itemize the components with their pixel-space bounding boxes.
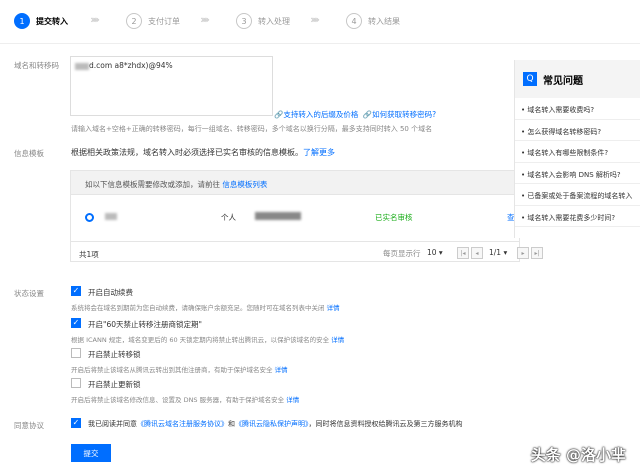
status-label: 状态设置 xyxy=(14,289,44,298)
redacted-text xyxy=(255,212,301,220)
template-desc: 根据相关政策法规，域名转入时必须选择已实名审核的信息模板。了解更多 xyxy=(71,148,335,157)
domain-code-textarea[interactable]: d.com a8*zhdx)@94% xyxy=(70,56,273,116)
prev-page-icon[interactable]: ◂ xyxy=(471,247,483,259)
details-link[interactable]: 详情 xyxy=(275,366,288,374)
option-desc: 系统将会在域名到期前为您自动续费，请确保账户余额充足。您随时可在域名列表中关闭 … xyxy=(71,304,340,312)
template-notice: 如以下信息模板需要修改或添加，请前往 信息模板列表 xyxy=(71,171,519,195)
transfer-lock-60-checkbox[interactable]: ✓ xyxy=(71,318,81,328)
domain-links: 🔗支持转入的后缀及价格 🔗如何获取转移密码? xyxy=(274,109,436,120)
agreement-text: 我已阅读并同意《腾讯云域名注册服务协议》和《腾讯云隐私保护声明》，同时将信息资料… xyxy=(88,420,463,428)
price-link[interactable]: 支持转入的后缀及价格 xyxy=(283,110,358,119)
total-count: 共1项 xyxy=(79,250,99,259)
option-title: 开启禁止转移锁 xyxy=(88,350,141,359)
template-table: 如以下信息模板需要修改或添加，请前往 信息模板列表 个人 已实名审核 查 共1项… xyxy=(70,170,543,263)
agreement-label: 同意协议 xyxy=(14,421,44,430)
option-title: 开启自动续费 xyxy=(88,288,133,297)
table-footer: 共1项 每页显示行 10 ▾ |◂ ◂ 1/1 ▾ ▸ ▸| xyxy=(71,241,543,263)
step-indicator: 1 提交转入 ››››› 2 支付订单 ››››› 3 转入处理 ››››› 4… xyxy=(14,10,454,32)
per-page-label: 每页显示行 xyxy=(383,249,421,258)
domain-hint: 请输入域名+空格+正确的转移密码，每行一组域名、转移密码，多个域名以换行分隔，最… xyxy=(71,125,433,133)
step-2: 2 支付订单 xyxy=(126,12,180,30)
faq-title: 常见问题 xyxy=(543,75,583,87)
privacy-link[interactable]: 《腾讯云隐私保护声明》 xyxy=(235,420,309,428)
step-label: 支付订单 xyxy=(148,16,180,26)
first-page-icon[interactable]: |◂ xyxy=(457,247,469,259)
faq-search-icon: Q xyxy=(523,72,537,86)
faq-item[interactable]: • 域名转入需要收费吗? xyxy=(515,98,640,120)
header-divider xyxy=(0,43,640,44)
step-3: 3 转入处理 xyxy=(236,12,290,30)
option-desc: 开启后将禁止该域名修改信息、设置及 DNS 服务器，有助于保护域名安全 详情 xyxy=(71,396,300,404)
faq-panel: Q 常见问题 • 域名转入需要收费吗? • 怎么获得域名转移密码? • 域名转入… xyxy=(514,60,640,238)
link-icon: 🔗 xyxy=(362,110,373,119)
next-page-icon[interactable]: ▸ xyxy=(517,247,529,259)
option-desc: 根据 ICANN 规定，域名变更后的 60 天锁定期内将禁止转出腾讯云，以保护该… xyxy=(71,336,345,344)
details-link[interactable]: 详情 xyxy=(286,396,299,404)
faq-item[interactable]: • 域名转入有哪些限制条件? xyxy=(515,141,640,163)
page-indicator[interactable]: 1/1 ▾ xyxy=(489,248,507,257)
template-list-link[interactable]: 信息模板列表 xyxy=(222,180,267,189)
submit-button[interactable]: 提交 xyxy=(71,444,111,462)
template-radio[interactable] xyxy=(85,213,94,222)
option-title: 开启"60天禁止转移注册商锁定期" xyxy=(88,320,202,329)
step-4: 4 转入结果 xyxy=(346,12,400,30)
faq-item[interactable]: • 域名转入会影响 DNS 解析吗? xyxy=(515,163,640,184)
service-agreement-link[interactable]: 《腾讯云域名注册服务协议》 xyxy=(137,420,228,428)
step-number: 2 xyxy=(126,13,142,29)
step-label: 提交转入 xyxy=(36,16,68,26)
step-number: 3 xyxy=(236,13,252,29)
chevron-right-icon: ››››› xyxy=(200,13,210,26)
step-label: 转入处理 xyxy=(258,16,290,26)
watermark: 头条 @洛小芈 xyxy=(530,446,626,464)
details-link[interactable]: 详情 xyxy=(327,304,340,312)
status-badge: 已实名审核 xyxy=(375,213,413,222)
agreement-checkbox[interactable]: ✓ xyxy=(71,418,81,428)
faq-item[interactable]: • 域名转入需要花费多少时间? xyxy=(515,206,640,227)
table-row[interactable]: 个人 已实名审核 查 xyxy=(71,209,519,229)
per-page-select[interactable]: 10 ▾ xyxy=(427,248,443,257)
template-label: 信息模板 xyxy=(14,149,44,158)
faq-header: Q 常见问题 xyxy=(515,60,640,98)
option-desc: 开启后将禁止该域名从腾讯云转出到其他注册商，有助于保护域名安全 详情 xyxy=(71,366,288,374)
link-icon: 🔗 xyxy=(274,110,284,119)
redacted-text xyxy=(75,62,89,70)
step-number: 4 xyxy=(346,13,362,29)
faq-item[interactable]: • 怎么获得域名转移密码? xyxy=(515,120,640,141)
details-link[interactable]: 详情 xyxy=(331,336,344,344)
step-number: 1 xyxy=(14,13,30,29)
update-lock-checkbox[interactable] xyxy=(71,378,81,388)
step-label: 转入结果 xyxy=(368,16,400,26)
option-title: 开启禁止更新锁 xyxy=(88,380,141,389)
redacted-text xyxy=(105,213,117,220)
code-help-link[interactable]: 如何获取转移密码? xyxy=(372,110,436,119)
step-1: 1 提交转入 xyxy=(14,12,68,30)
auto-renew-checkbox[interactable]: ✓ xyxy=(71,286,81,296)
last-page-icon[interactable]: ▸| xyxy=(531,247,543,259)
chevron-right-icon: ››››› xyxy=(90,13,100,26)
learn-more-link[interactable]: 了解更多 xyxy=(303,148,335,157)
domain-label: 域名和转移码 xyxy=(14,61,59,70)
template-type: 个人 xyxy=(221,213,236,222)
transfer-lock-checkbox[interactable] xyxy=(71,348,81,358)
chevron-right-icon: ››››› xyxy=(310,13,320,26)
faq-item[interactable]: • 已备案或处于备案流程的域名转入 xyxy=(515,184,640,206)
